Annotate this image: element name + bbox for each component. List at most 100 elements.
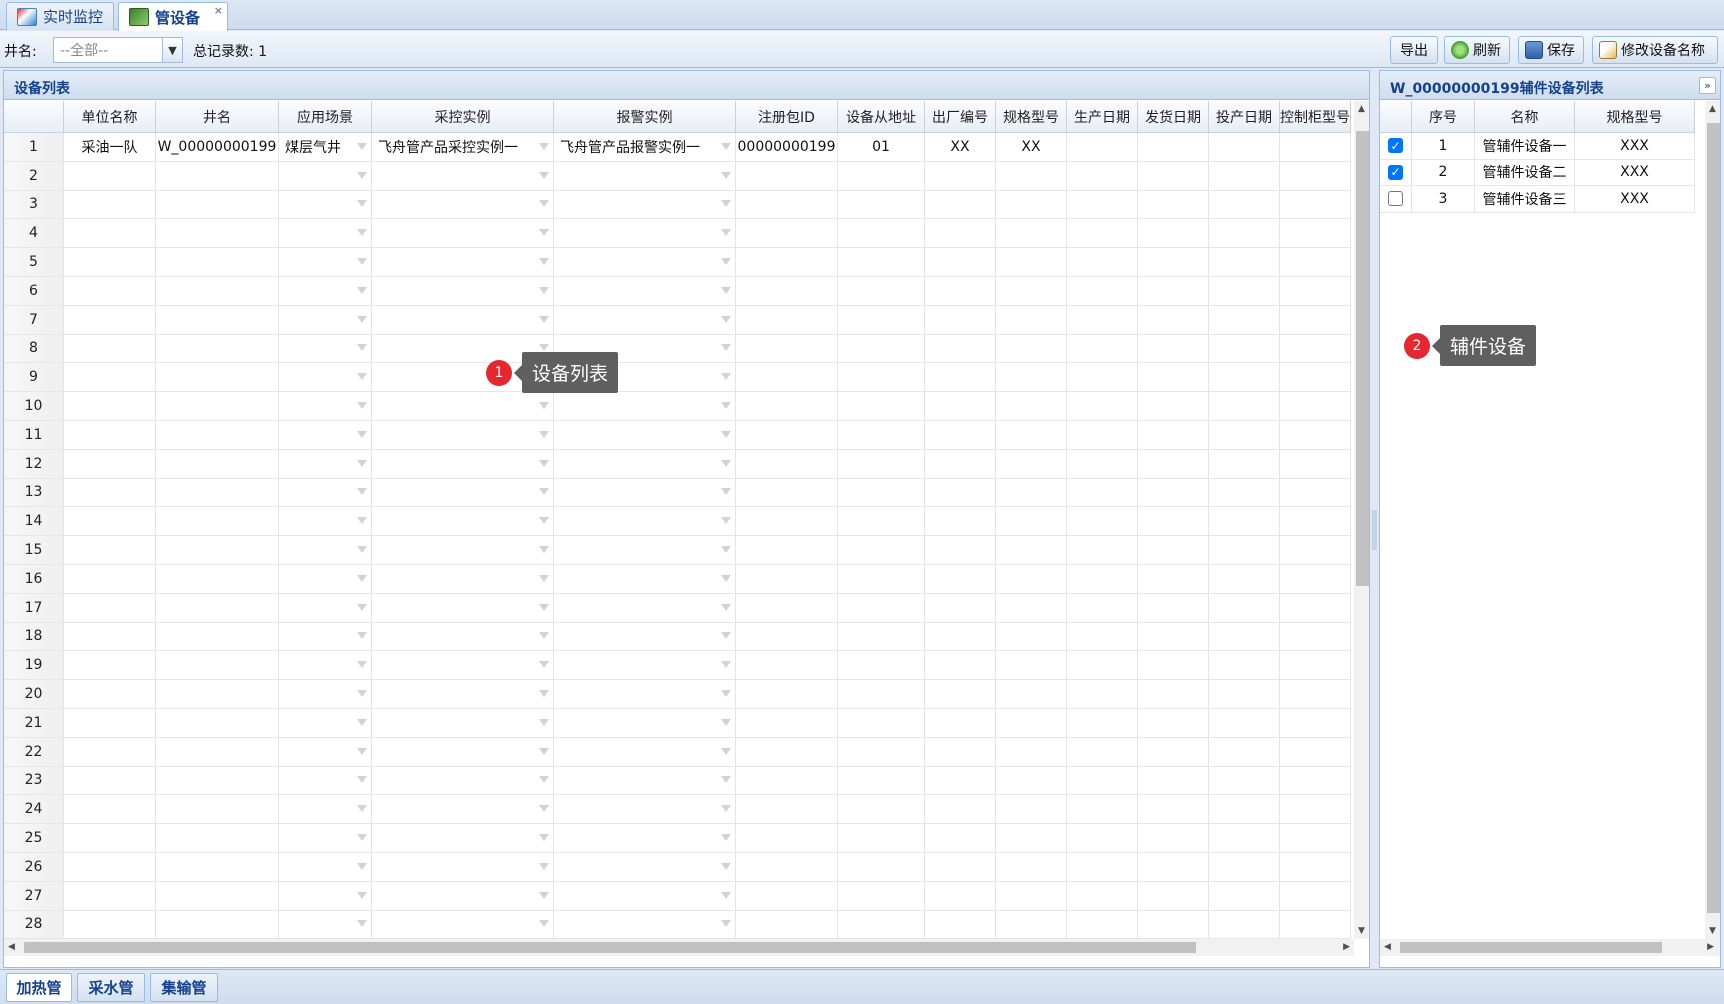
grid-cell-model[interactable] [996,881,1067,910]
grid-cell-commission[interactable] [1209,536,1280,564]
grid-cell-well[interactable] [156,680,279,708]
grid-cell-prod[interactable] [1067,392,1138,420]
grid-cell-ctrl[interactable] [372,852,554,881]
row-checkbox[interactable]: ✓ [1388,164,1403,180]
dropdown-arrow-icon[interactable] [721,142,731,150]
dropdown-arrow-icon[interactable] [721,430,731,438]
grid-cell-serial[interactable] [925,507,996,536]
grid-cell-prod[interactable] [1067,622,1138,651]
grid-cell-prod[interactable] [1067,276,1138,305]
grid-cell-ship[interactable] [1138,708,1209,737]
grid-cell-alarm[interactable] [554,852,736,881]
grid-cell-commission[interactable] [1209,392,1280,420]
device-grid-vscroll[interactable]: ▲ ▼ [1354,101,1369,939]
grid-cell-commission[interactable] [1209,737,1280,766]
dropdown-arrow-icon[interactable] [721,344,731,352]
grid-cell-cabinet[interactable] [1280,536,1351,564]
grid-cell-scene[interactable] [279,536,372,564]
column-header[interactable]: 名称 [1475,101,1575,133]
grid-cell-commission[interactable] [1209,852,1280,881]
table-row[interactable]: 14 [4,507,1351,537]
grid-cell-prod[interactable] [1067,219,1138,248]
grid-cell-alarm[interactable] [554,305,736,334]
grid-cell-well[interactable] [156,737,279,766]
aux-grid-vscroll[interactable]: ▲ ▼ [1705,101,1720,939]
grid-cell-prod[interactable] [1067,910,1138,939]
grid-cell-reg[interactable] [736,910,838,939]
grid-cell-reg[interactable] [736,593,838,622]
grid-cell-serial[interactable] [925,536,996,564]
grid-cell-addr[interactable] [838,334,925,363]
dropdown-arrow-icon[interactable] [539,459,549,467]
grid-cell-serial[interactable] [925,852,996,881]
grid-cell-model[interactable] [996,852,1067,881]
grid-cell-reg[interactable] [736,737,838,766]
grid-cell-alarm[interactable] [554,910,736,939]
grid-cell-unit[interactable] [64,392,156,420]
grid-cell-alarm[interactable] [554,507,736,536]
grid-cell-commission[interactable] [1209,795,1280,824]
grid-cell-model[interactable] [996,392,1067,420]
grid-cell-reg[interactable] [736,622,838,651]
grid-cell-ship[interactable] [1138,478,1209,507]
grid-cell-alarm[interactable]: 飞舟管产品报警实例一 [554,133,736,161]
grid-cell-unit[interactable] [64,305,156,334]
grid-cell-ctrl[interactable] [372,248,554,276]
dropdown-arrow-icon[interactable] [721,747,731,755]
table-row[interactable]: 24 [4,795,1351,825]
grid-cell-well[interactable] [156,392,279,420]
grid-cell-scene[interactable] [279,824,372,852]
grid-cell-commission[interactable] [1209,507,1280,536]
table-row[interactable]: 20 [4,680,1351,709]
grid-cell-well[interactable] [156,824,279,852]
table-row[interactable]: 16 [4,564,1351,594]
grid-cell-ctrl[interactable] [372,766,554,795]
grid-cell-scene[interactable] [279,276,372,305]
grid-cell-well[interactable]: W_00000000199 [156,133,279,161]
dropdown-arrow-icon[interactable] [357,747,367,755]
grid-cell-reg[interactable] [736,536,838,564]
grid-cell-reg[interactable] [736,363,838,392]
dropdown-arrow-icon[interactable] [539,258,549,266]
grid-cell-unit[interactable] [64,680,156,708]
grid-cell-well[interactable] [156,420,279,449]
grid-cell-cabinet[interactable] [1280,334,1351,363]
grid-cell-ctrl[interactable] [372,478,554,507]
grid-cell-alarm[interactable] [554,651,736,680]
grid-cell-reg[interactable] [736,392,838,420]
dropdown-arrow-icon[interactable] [721,229,731,237]
grid-cell-cabinet[interactable] [1280,276,1351,305]
dropdown-arrow-icon[interactable] [357,344,367,352]
grid-cell-model[interactable] [996,910,1067,939]
grid-cell-addr[interactable] [838,852,925,881]
grid-cell-alarm[interactable] [554,420,736,449]
grid-cell-addr[interactable] [838,910,925,939]
dropdown-arrow-icon[interactable] [721,574,731,582]
grid-cell-model[interactable] [996,737,1067,766]
grid-cell-reg[interactable] [736,651,838,680]
dropdown-arrow-icon[interactable] [357,718,367,726]
dropdown-arrow-icon[interactable] [357,661,367,669]
grid-cell-ctrl[interactable]: 飞舟管产品采控实例一 [372,133,554,161]
grid-cell-commission[interactable] [1209,161,1280,190]
grid-cell-model[interactable] [996,795,1067,824]
column-header[interactable]: 注册包ID [736,101,838,133]
grid-cell-commission[interactable] [1209,564,1280,593]
grid-cell-unit[interactable] [64,795,156,824]
grid-cell-serial[interactable] [925,161,996,190]
grid-cell-commission[interactable] [1209,276,1280,305]
grid-cell-ctrl[interactable] [372,593,554,622]
dropdown-arrow-icon[interactable] [357,920,367,928]
grid-cell-prod[interactable] [1067,651,1138,680]
dropdown-arrow-icon[interactable] [539,747,549,755]
grid-cell-addr[interactable] [838,593,925,622]
grid-cell-addr[interactable] [838,622,925,651]
grid-cell-reg[interactable] [736,190,838,219]
grid-cell-prod[interactable] [1067,305,1138,334]
grid-cell-ctrl[interactable] [372,737,554,766]
grid-cell-alarm[interactable] [554,564,736,593]
grid-cell-model[interactable] [996,622,1067,651]
grid-cell-model[interactable] [996,478,1067,507]
grid-cell-alarm[interactable] [554,248,736,276]
grid-cell-ctrl[interactable] [372,651,554,680]
